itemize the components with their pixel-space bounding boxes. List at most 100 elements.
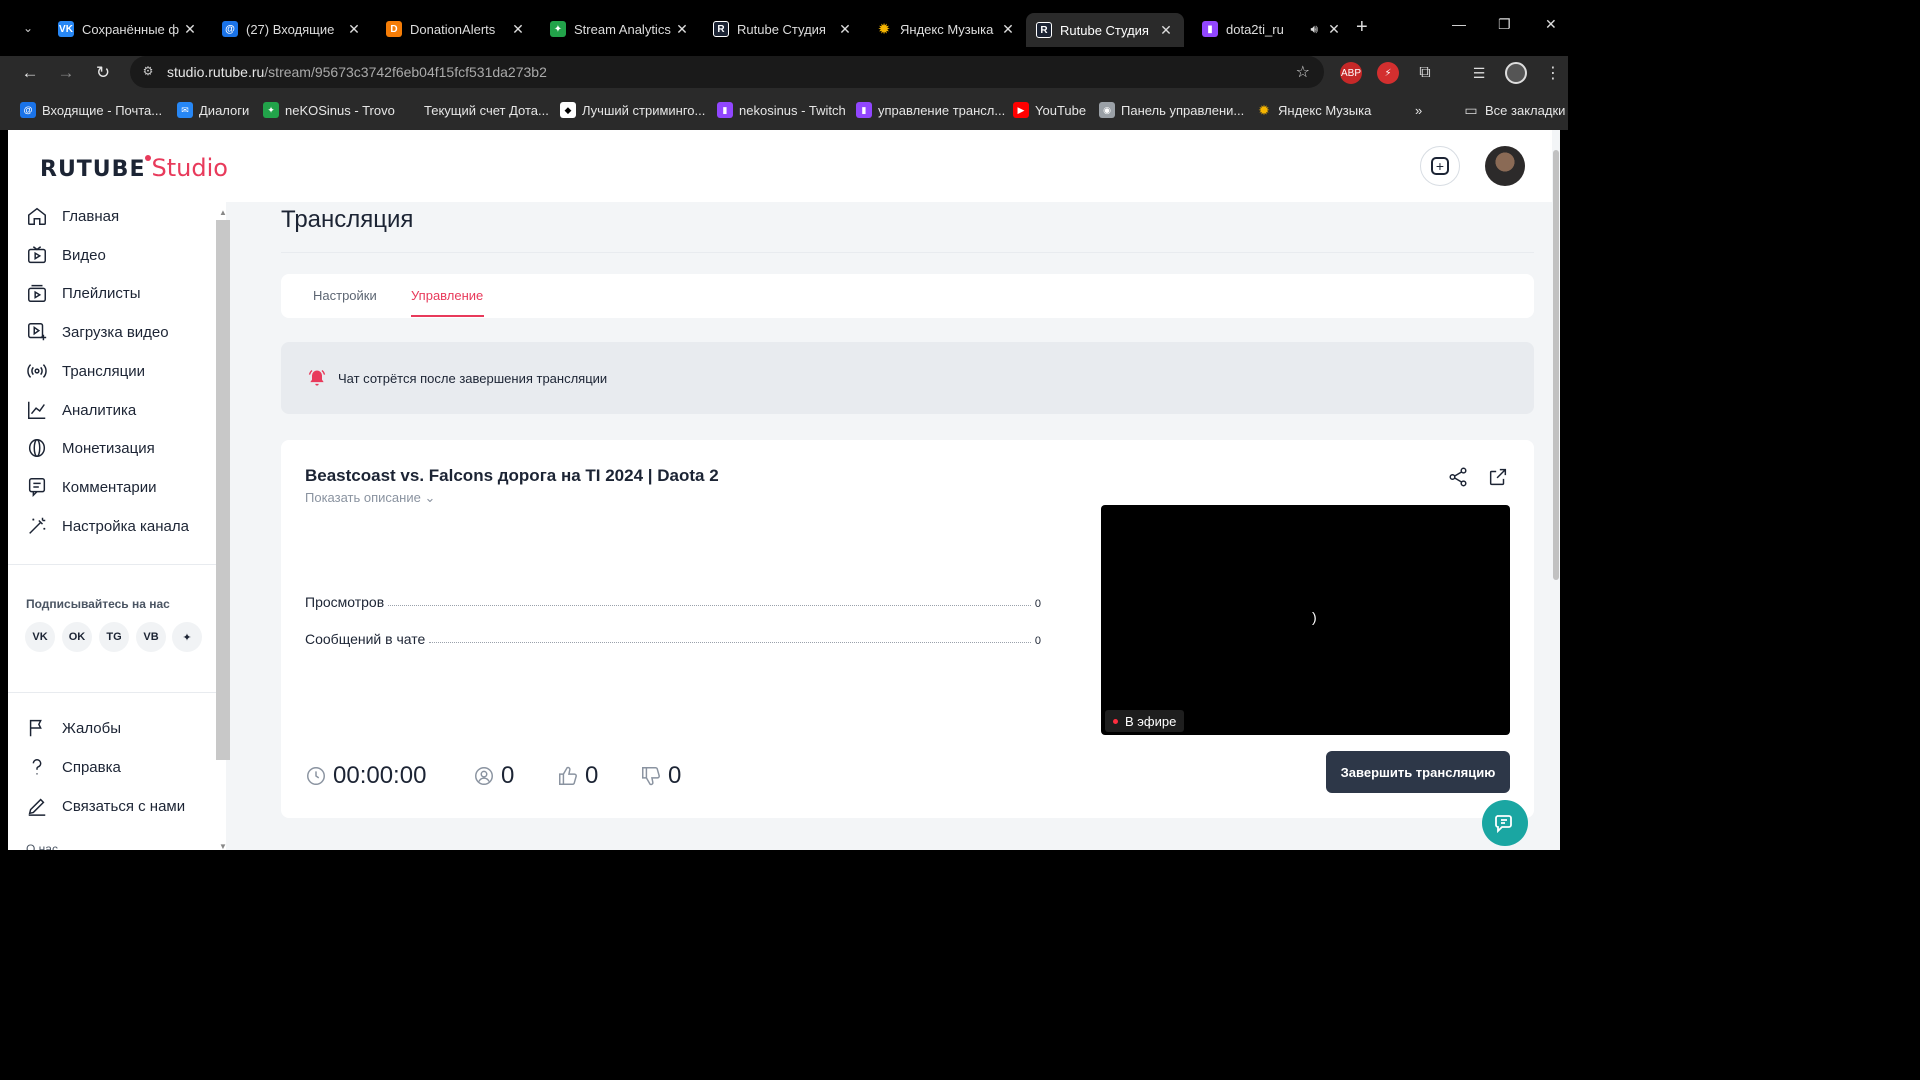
page-scrollbar[interactable] <box>1552 130 1560 850</box>
reload-icon[interactable]: ↻ <box>90 60 116 86</box>
url-text[interactable]: studio.rutube.ru/stream/95673c3742f6eb04… <box>167 64 547 80</box>
page-scroll-thumb[interactable] <box>1553 150 1559 580</box>
bookmark-item[interactable]: @ Входящие - Почта... <box>20 101 162 119</box>
bookmark-star-icon[interactable]: ☆ <box>1296 62 1310 82</box>
external-link-icon[interactable] <box>1487 466 1509 488</box>
sidebar-item-channel-settings[interactable]: Настройка канала <box>26 512 216 540</box>
sidebar-item-label: Связаться с нами <box>62 797 186 815</box>
close-icon[interactable]: ✕ <box>1000 21 1016 38</box>
close-icon[interactable]: ✕ <box>837 21 853 38</box>
bookmark-item[interactable]: ▮ nekosinus - Twitch <box>717 101 846 119</box>
close-icon[interactable]: ✕ <box>346 21 362 38</box>
sidebar-item-contact[interactable]: Связаться с нами <box>26 792 216 820</box>
sidebar-scrollbar[interactable]: ▲ ▼ <box>216 208 230 850</box>
mail-bookmark-icon: @ <box>20 102 36 118</box>
close-icon[interactable]: ✕ <box>1158 22 1174 39</box>
browser-tab-bar: ⌄ VK Сохранённые ф ✕ @ (27) Входящие ✕ D… <box>0 0 1568 56</box>
stream-title: Beastcoast vs. Falcons дорога на TI 2024… <box>305 466 719 485</box>
share-icon[interactable] <box>1447 466 1469 488</box>
sidebar-item-help[interactable]: Справка <box>26 753 216 781</box>
show-description-toggle[interactable]: Показать описание ⌄ <box>305 490 435 506</box>
minimize-icon[interactable]: — <box>1452 16 1466 32</box>
address-bar[interactable]: ⚙ studio.rutube.ru/stream/95673c3742f6eb… <box>130 56 1324 88</box>
browser-tab[interactable]: D DonationAlerts ✕ <box>376 14 536 44</box>
viewers-value: 0 <box>501 762 515 789</box>
browser-tab[interactable]: ✹ Яндекс Музыка ✕ <box>866 14 1026 44</box>
bookmark-item[interactable]: ▶ YouTube <box>1013 101 1086 119</box>
scroll-down-arrow-icon[interactable]: ▼ <box>218 842 228 850</box>
sidebar-item-playlists[interactable]: Плейлисты <box>26 279 216 307</box>
bookmark-item[interactable]: ◉ Панель управлени... <box>1099 101 1244 119</box>
bookmark-item[interactable]: ✦ neKOSinus - Trovo <box>263 101 395 119</box>
close-icon[interactable]: ✕ <box>182 21 198 38</box>
yandex-music-bookmark-icon: ✹ <box>1258 101 1270 118</box>
bookmark-item[interactable]: ▮ управление трансл... <box>856 101 1005 119</box>
window-close-icon[interactable]: ✕ <box>1545 16 1557 33</box>
tab-settings[interactable]: Настройки <box>313 288 377 303</box>
speaker-icon[interactable]: 🔊︎ <box>1310 22 1318 37</box>
end-stream-button[interactable]: Завершить трансляцию <box>1326 751 1510 793</box>
browser-tab[interactable]: ▮ dota2ti_ru 🔊︎ ✕ <box>1192 14 1352 44</box>
sidebar-item-about[interactable]: О нас <box>26 842 58 850</box>
support-chat-button[interactable] <box>1482 800 1528 846</box>
stream-preview-player[interactable]: ) В эфире <box>1101 505 1510 735</box>
bookmark-label: nekosinus - Twitch <box>739 102 846 118</box>
scroll-up-arrow-icon[interactable]: ▲ <box>218 208 228 217</box>
title-divider <box>281 252 1534 253</box>
extension-bolt-icon[interactable]: ⚡ <box>1377 62 1399 84</box>
telegram-social-icon[interactable]: TG <box>99 622 129 652</box>
all-bookmarks[interactable]: ▭ Все закладки <box>1463 101 1565 119</box>
tab-management[interactable]: Управление <box>411 288 483 303</box>
extensions-puzzle-icon[interactable]: ⧉ <box>1414 62 1436 84</box>
comments-icon <box>26 476 48 498</box>
bookmark-item[interactable]: ✹ Яндекс Музыка <box>1256 101 1371 119</box>
sidebar-item-comments[interactable]: Комментарии <box>26 473 216 501</box>
tab-label: dota2ti_ru <box>1226 21 1284 37</box>
back-arrow-icon[interactable]: ← <box>17 60 43 86</box>
youtube-bookmark-icon: ▶ <box>1013 102 1029 118</box>
viber-social-icon[interactable]: VB <box>136 622 166 652</box>
menu-kebab-icon[interactable]: ⋮ <box>1542 62 1564 84</box>
close-icon[interactable]: ✕ <box>1326 21 1342 38</box>
browser-tab-active[interactable]: R Rutube Студия ✕ <box>1026 13 1184 47</box>
bookmark-label: Лучший стриминго... <box>582 102 706 118</box>
close-icon[interactable]: ✕ <box>510 21 526 38</box>
bookmark-item[interactable]: ✉ Диалоги <box>177 101 249 119</box>
media-controls-icon[interactable]: ☰ <box>1468 62 1490 84</box>
sidebar-item-monetization[interactable]: Монетизация <box>26 434 216 462</box>
bookmark-item[interactable]: ◆ Лучший стриминго... <box>560 101 705 119</box>
vk-social-icon[interactable]: VK <box>25 622 55 652</box>
sidebar-item-complaints[interactable]: Жалобы <box>26 714 216 742</box>
restore-icon[interactable]: ❐ <box>1498 16 1511 33</box>
upload-icon <box>26 321 48 343</box>
sidebar-item-analytics[interactable]: Аналитика <box>26 396 216 424</box>
tab-label: Rutube Студия <box>737 21 826 37</box>
browser-tab[interactable]: @ (27) Входящие ✕ <box>212 14 372 44</box>
add-content-button[interactable]: + <box>1420 146 1460 186</box>
show-description-label: Показать описание <box>305 490 421 505</box>
close-icon[interactable]: ✕ <box>674 21 690 38</box>
profile-avatar-icon[interactable] <box>1505 62 1527 84</box>
browser-tab[interactable]: ✦ Stream Analytics ✕ <box>540 14 700 44</box>
rutube-studio-logo[interactable]: RUTUBE Studio <box>40 154 228 182</box>
sidebar-item-video[interactable]: Видео <box>26 241 216 269</box>
bookmarks-overflow-icon[interactable]: » <box>1415 101 1422 119</box>
sidebar-scroll-thumb[interactable] <box>216 220 230 760</box>
sidebar-item-label: Плейлисты <box>62 284 141 302</box>
sidebar-item-home[interactable]: Главная <box>26 202 216 230</box>
extension-abp-icon[interactable]: ABP <box>1340 62 1362 84</box>
browser-tab[interactable]: R Rutube Студия ✕ <box>703 14 863 44</box>
tab-search-chevron-icon[interactable]: ⌄ <box>18 18 38 38</box>
forward-arrow-icon[interactable]: → <box>53 60 79 86</box>
zen-social-icon[interactable]: ✦ <box>172 622 202 652</box>
sidebar-item-broadcasts[interactable]: Трансляции <box>26 357 216 385</box>
bookmark-item[interactable]: Текущий счет Дота... <box>402 101 549 119</box>
ok-social-icon[interactable]: OK <box>62 622 92 652</box>
new-tab-plus-icon[interactable]: + <box>1356 16 1368 39</box>
browser-tab[interactable]: VK Сохранённые ф ✕ <box>48 14 208 44</box>
sidebar-item-upload[interactable]: Загрузка видео <box>26 318 216 346</box>
user-avatar[interactable] <box>1485 146 1525 186</box>
url-host: studio.rutube.ru <box>167 64 265 80</box>
twitch-bookmark-icon: ▮ <box>717 102 733 118</box>
site-settings-icon[interactable]: ⚙ <box>140 64 156 80</box>
